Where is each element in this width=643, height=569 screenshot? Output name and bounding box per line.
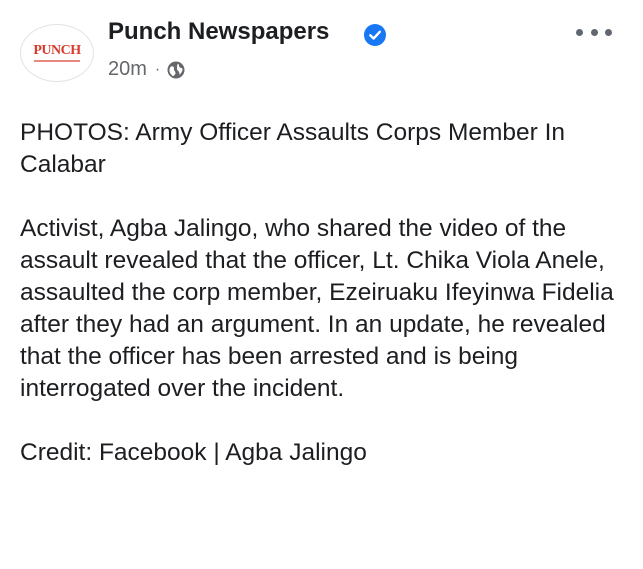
post-credit: Credit: Facebook | Agba Jalingo <box>20 439 367 466</box>
post-timestamp[interactable]: 20m <box>108 58 147 81</box>
post-headline: PHOTOS: Army Officer Assaults Corps Memb… <box>20 119 566 178</box>
more-options-icon[interactable] <box>576 24 612 40</box>
more-dot <box>576 28 583 36</box>
meta-separator: · <box>154 60 161 78</box>
page-avatar[interactable]: PUNCH <box>20 24 94 82</box>
more-dot <box>590 28 598 36</box>
more-dot <box>605 28 612 36</box>
verified-badge-icon <box>364 24 386 46</box>
post-meta: 20m · <box>108 58 186 81</box>
punch-logo-text: PUNCH <box>33 43 81 58</box>
logo-underline <box>34 60 80 62</box>
post-body: Activist, Agba Jalingo, who shared the v… <box>20 215 614 402</box>
page-name[interactable]: Punch Newspapers <box>108 18 329 46</box>
punch-logo: PUNCH <box>29 33 85 73</box>
post-content: PHOTOS: Army Officer Assaults Corps Memb… <box>20 117 630 469</box>
post-header: PUNCH Punch Newspapers 20m · <box>0 0 643 100</box>
globe-icon[interactable] <box>166 60 186 80</box>
facebook-post: PUNCH Punch Newspapers 20m · PHOTOS: Arm… <box>0 0 643 569</box>
